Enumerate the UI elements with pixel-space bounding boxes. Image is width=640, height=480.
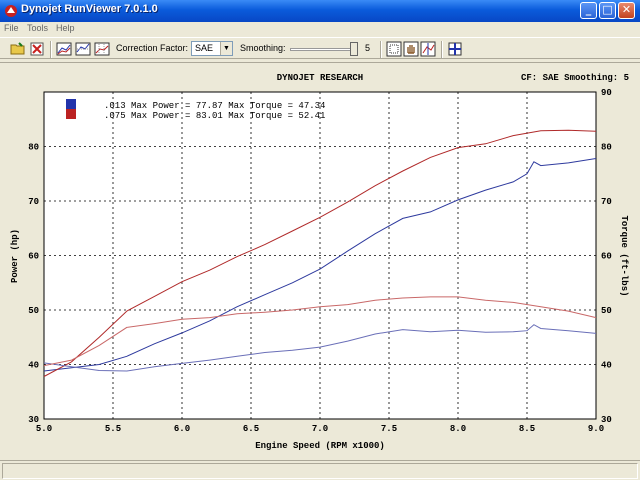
clear-runs-icon[interactable] xyxy=(29,41,45,57)
smoothing-slider[interactable] xyxy=(290,42,358,56)
chart-info: CF: SAE Smoothing: 5 xyxy=(521,73,629,83)
y2-tick-label: 80 xyxy=(601,143,612,153)
y2-tick-label: 40 xyxy=(601,361,612,371)
toolbar-separator xyxy=(441,41,443,58)
x-tick-label: 8.0 xyxy=(450,424,466,434)
x-axis-label: Engine Speed (RPM x1000) xyxy=(255,441,385,451)
open-folder-icon[interactable] xyxy=(10,41,26,57)
correction-factor-label: Correction Factor: xyxy=(116,43,189,53)
y2-tick-label: 30 xyxy=(601,415,612,425)
correction-factor-select[interactable]: SAE ▼ xyxy=(191,41,233,56)
x-tick-label: 6.0 xyxy=(174,424,190,434)
y-tick-label: 60 xyxy=(28,252,39,262)
y-tick-label: 30 xyxy=(28,415,39,425)
title-bar[interactable]: Dynojet RunViewer 7.0.1.0 _ □ ✕ xyxy=(0,0,640,22)
x-tick-label: 5.5 xyxy=(105,424,121,434)
dyno-chart[interactable]: DYNOJET RESEARCH CF: SAE Smoothing: 5 5.… xyxy=(0,63,640,459)
hand-pan-icon[interactable] xyxy=(403,41,419,57)
smoothing-value: 5 xyxy=(365,43,371,53)
x-tick-label: 7.0 xyxy=(312,424,328,434)
graph-view-1-icon[interactable] xyxy=(56,41,72,57)
y-tick-label: 80 xyxy=(28,143,39,153)
graph-view-2-icon[interactable] xyxy=(75,41,91,57)
status-panel xyxy=(2,463,638,479)
minimize-button[interactable]: _ xyxy=(580,2,597,19)
overlay-runs-icon[interactable] xyxy=(447,41,463,57)
dyno-chart-panel: DYNOJET RESEARCH CF: SAE Smoothing: 5 5.… xyxy=(0,62,640,458)
menu-file[interactable]: File xyxy=(4,23,19,33)
y2-axis-label: Torque (ft-lbs) xyxy=(619,215,629,296)
toolbar-separator xyxy=(380,41,382,58)
chart-title: DYNOJET RESEARCH xyxy=(277,73,363,83)
legend-swatch-run1 xyxy=(66,99,76,109)
legend-swatch-run2 xyxy=(66,109,76,119)
y2-tick-label: 90 xyxy=(601,88,612,98)
slider-thumb[interactable] xyxy=(350,42,358,56)
menu-bar: File Tools Help xyxy=(0,22,640,36)
zoom-select-icon[interactable] xyxy=(386,41,402,57)
toolbar: Correction Factor: SAE ▼ Smoothing: 5 xyxy=(0,37,640,59)
slider-track xyxy=(290,48,358,51)
legend-run2: .075 Max Power = 83.01 Max Torque = 52.4… xyxy=(104,111,325,121)
menu-tools[interactable]: Tools xyxy=(27,23,48,33)
x-tick-label: 9.0 xyxy=(588,424,604,434)
y-tick-label: 50 xyxy=(28,306,39,316)
legend: .013 Max Power = 77.87 Max Torque = 47.3… xyxy=(66,99,325,121)
y-tick-label: 70 xyxy=(28,197,39,207)
cursor-readout-icon[interactable] xyxy=(420,41,436,57)
status-bar xyxy=(0,460,640,480)
correction-factor-value: SAE xyxy=(195,43,214,53)
smoothing-label: Smoothing: xyxy=(240,43,286,53)
legend-run1: .013 Max Power = 77.87 Max Torque = 47.3… xyxy=(104,101,325,111)
graph-view-3-icon[interactable] xyxy=(94,41,110,57)
x-tick-label: 7.5 xyxy=(381,424,397,434)
app-window: Dynojet RunViewer 7.0.1.0 _ □ ✕ File Too… xyxy=(0,0,640,480)
menu-help[interactable]: Help xyxy=(56,23,75,33)
maximize-button[interactable]: □ xyxy=(599,2,616,19)
x-tick-label: 5.0 xyxy=(36,424,52,434)
y2-tick-label: 50 xyxy=(601,306,612,316)
x-tick-label: 8.5 xyxy=(519,424,535,434)
window-title: Dynojet RunViewer 7.0.1.0 xyxy=(21,3,158,15)
y2-tick-label: 60 xyxy=(601,252,612,262)
y2-tick-label: 70 xyxy=(601,197,612,207)
dynojet-app-icon xyxy=(5,5,17,17)
chevron-down-icon[interactable]: ▼ xyxy=(220,42,232,55)
x-tick-label: 6.5 xyxy=(243,424,259,434)
close-button[interactable]: ✕ xyxy=(618,2,635,19)
toolbar-separator xyxy=(50,41,52,58)
y-axis-label: Power (hp) xyxy=(10,229,20,283)
y-tick-label: 40 xyxy=(28,361,39,371)
